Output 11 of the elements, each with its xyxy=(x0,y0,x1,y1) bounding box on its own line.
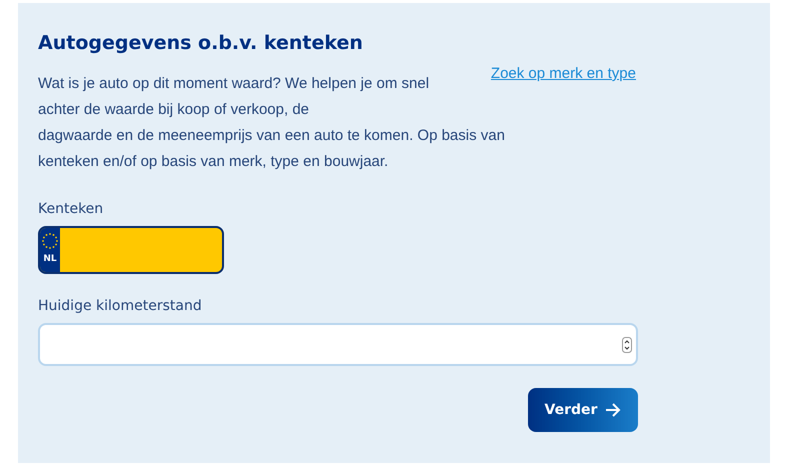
eu-stars-icon xyxy=(40,231,60,251)
spinner-icon[interactable] xyxy=(622,336,632,352)
mileage-input[interactable] xyxy=(38,323,638,366)
country-code: NL xyxy=(43,253,57,266)
intro-text: dagwaarde en de meeneemprijs van een auto te komen. Op basis van kenteken en/of op basis van merk, type en bouwjaar. xyxy=(38,126,506,172)
form-title: Autogegevens o.b.v. kenteken xyxy=(38,31,364,55)
license-plate-field[interactable]: NL xyxy=(38,226,224,274)
next-button[interactable]: Verder xyxy=(528,388,638,432)
arrow-right-icon xyxy=(605,403,622,417)
plate-label: Kenteken xyxy=(38,200,104,219)
mileage-label: Huidige kilometerstand xyxy=(38,297,203,316)
